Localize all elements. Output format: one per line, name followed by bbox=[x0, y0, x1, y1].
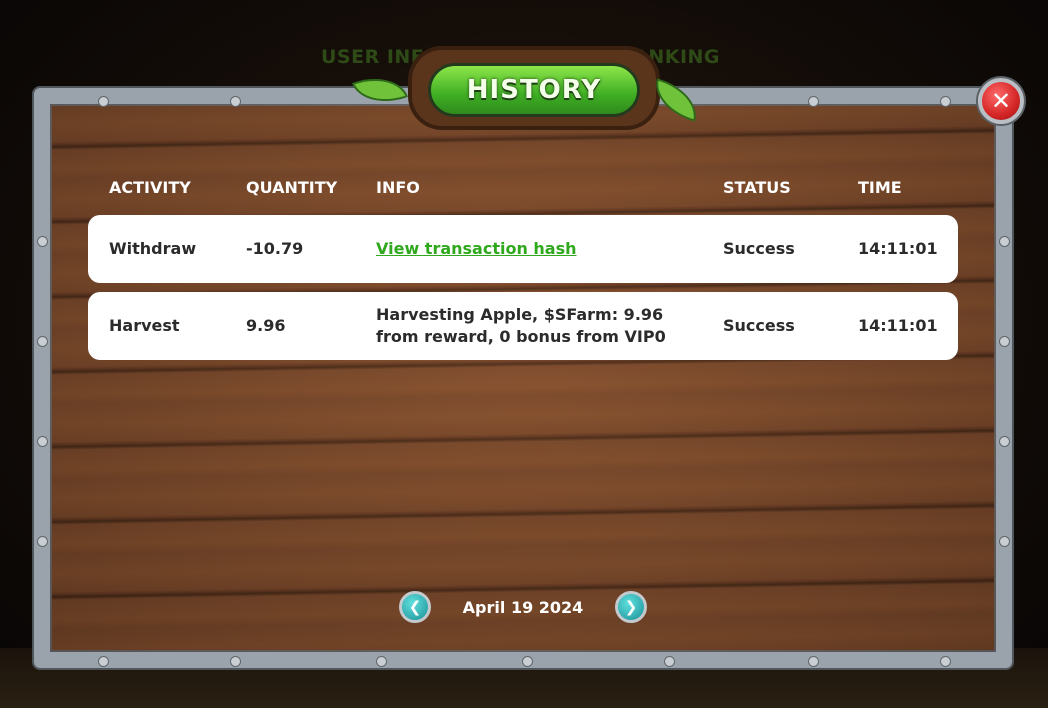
chevron-right-icon: ❯ bbox=[624, 598, 638, 616]
quantity-cell: 9.96 bbox=[246, 316, 286, 335]
rivet bbox=[999, 536, 1010, 547]
status-cell: Success bbox=[723, 316, 795, 335]
rivet bbox=[37, 436, 48, 447]
rivet bbox=[940, 656, 951, 667]
close-icon: ✕ bbox=[990, 87, 1012, 115]
close-button[interactable]: ✕ bbox=[978, 78, 1024, 124]
header-quantity: QUANTITY bbox=[246, 178, 338, 197]
quantity-cell: -10.79 bbox=[246, 239, 304, 258]
header-info: INFO bbox=[376, 178, 420, 197]
rivet bbox=[37, 336, 48, 347]
rivet bbox=[98, 656, 109, 667]
rivet bbox=[940, 96, 951, 107]
date-label: April 19 2024 bbox=[462, 598, 584, 617]
table-row: Harvest 9.96 Harvesting Apple, $SFarm: 9… bbox=[88, 292, 958, 360]
rivet bbox=[98, 96, 109, 107]
time-cell: 14:11:01 bbox=[858, 316, 938, 335]
history-panel bbox=[34, 88, 1012, 668]
table-row: Withdraw -10.79 View transaction hash Su… bbox=[88, 215, 958, 283]
tab-history[interactable]: HISTORY bbox=[428, 63, 640, 117]
activity-cell: Harvest bbox=[109, 316, 180, 335]
transaction-hash-link[interactable]: View transaction hash bbox=[376, 238, 577, 260]
rivet bbox=[376, 656, 387, 667]
header-time: TIME bbox=[858, 178, 902, 197]
rivet bbox=[808, 96, 819, 107]
rivet bbox=[808, 656, 819, 667]
rivet bbox=[37, 236, 48, 247]
time-cell: 14:11:01 bbox=[858, 239, 938, 258]
rivet bbox=[522, 656, 533, 667]
header-activity: ACTIVITY bbox=[109, 178, 191, 197]
rivet bbox=[37, 536, 48, 547]
rivet bbox=[230, 656, 241, 667]
info-cell: Harvesting Apple, $SFarm: 9.96 from rewa… bbox=[376, 305, 666, 346]
activity-cell: Withdraw bbox=[109, 239, 197, 258]
header-status: STATUS bbox=[723, 178, 791, 197]
chevron-left-icon: ❮ bbox=[408, 598, 422, 616]
rivet bbox=[999, 236, 1010, 247]
status-cell: Success bbox=[723, 239, 795, 258]
rivet bbox=[999, 436, 1010, 447]
rivet bbox=[999, 336, 1010, 347]
rivet bbox=[664, 656, 675, 667]
previous-day-button[interactable]: ❮ bbox=[399, 591, 431, 623]
rivet bbox=[230, 96, 241, 107]
next-day-button[interactable]: ❯ bbox=[615, 591, 647, 623]
